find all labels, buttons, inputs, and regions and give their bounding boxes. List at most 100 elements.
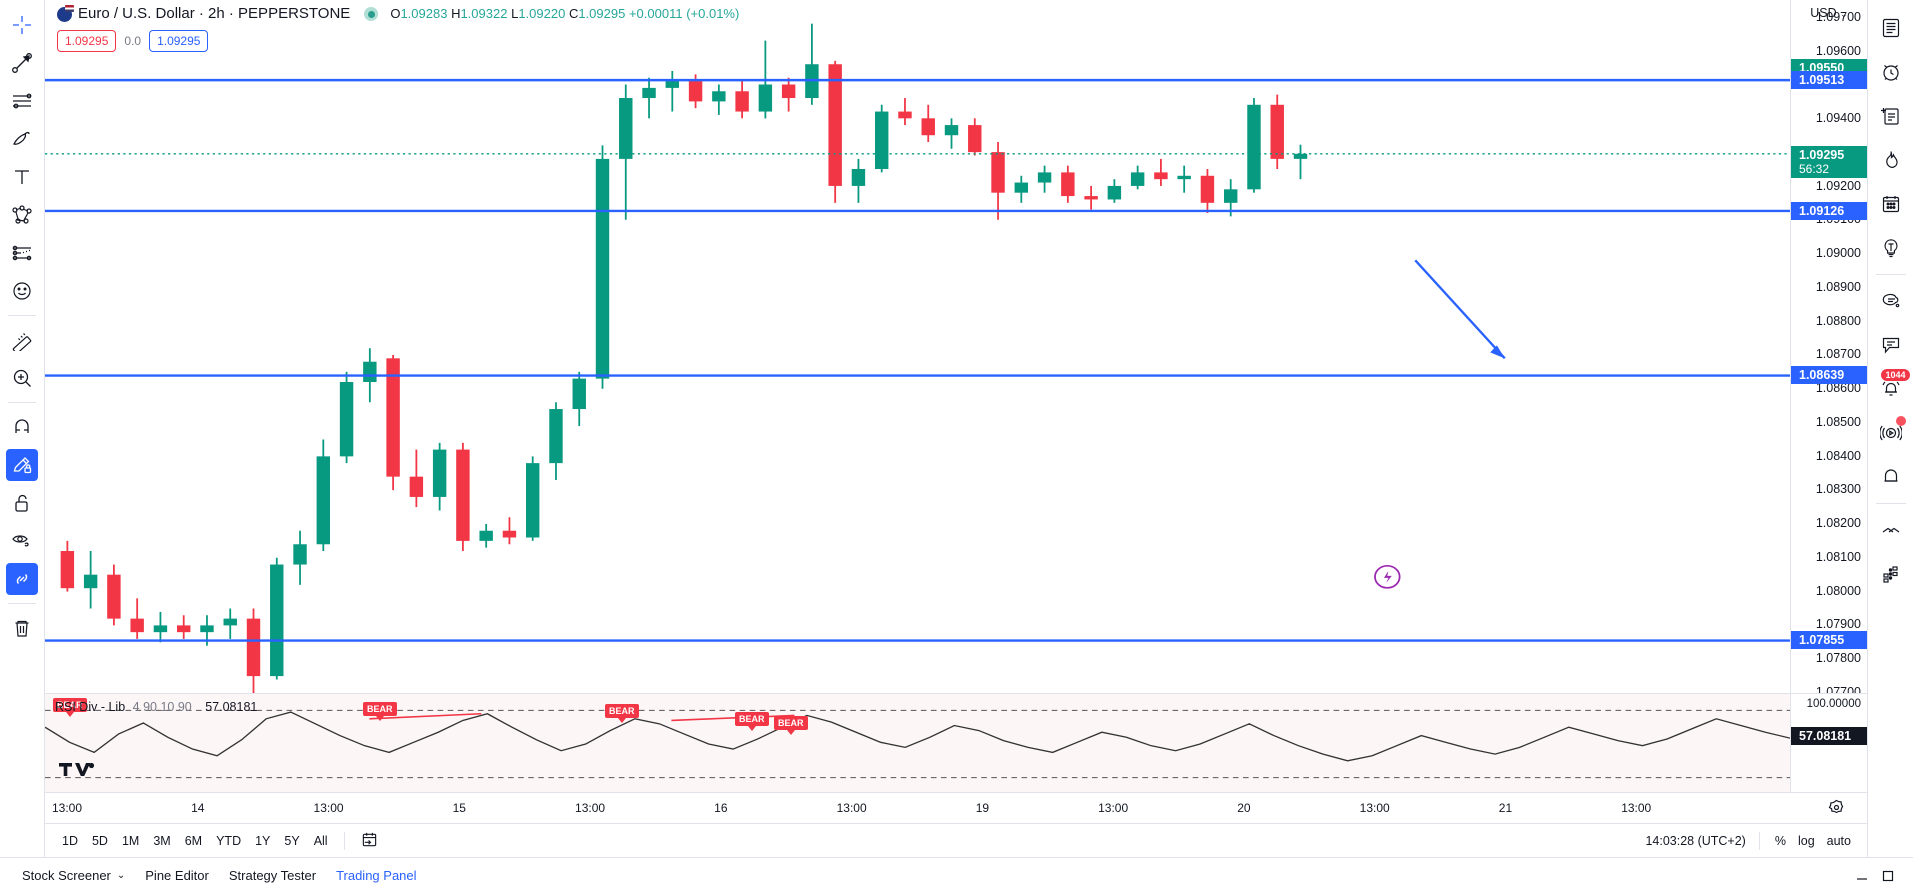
text-tool-icon[interactable]: [6, 161, 38, 193]
notifications-icon[interactable]: 1044: [1874, 369, 1910, 406]
price-tick: 1.07900: [1815, 617, 1861, 632]
chat-thought-icon[interactable]: [1874, 284, 1908, 318]
price-badge-value: 1.07855: [1799, 632, 1845, 647]
price-tick: 1.09000: [1815, 246, 1861, 261]
brush-icon[interactable]: [6, 123, 38, 155]
hide-drawings-icon[interactable]: [6, 525, 38, 557]
timeframe-6m[interactable]: 6M: [178, 831, 209, 851]
scale-options[interactable]: % log auto: [1769, 831, 1857, 851]
trend-line-icon[interactable]: [6, 47, 38, 79]
rsi-params: 4 90 10 90: [132, 700, 192, 714]
broadcast-icon[interactable]: [1874, 416, 1908, 450]
watchlist-icon[interactable]: [1874, 11, 1908, 45]
maximize-icon[interactable]: [1875, 865, 1901, 887]
bear-divergence-marker[interactable]: BEAR: [363, 702, 397, 721]
minimize-icon[interactable]: [1849, 865, 1875, 887]
alert-bell-icon[interactable]: [1874, 460, 1908, 494]
price-badge[interactable]: 1.09513: [1791, 71, 1867, 89]
footer-tabs[interactable]: Stock Screener ⌄ Pine Editor Strategy Teste…: [12, 864, 427, 887]
rsi-pane-row: RSI Div - Lib 4 90 10 90 57.08181 BEAR BE…: [45, 693, 1867, 792]
right-sidebar-toolbar[interactable]: 1044: [1867, 0, 1913, 857]
timeframe-all[interactable]: All: [307, 831, 335, 851]
rsi-value-badge[interactable]: 57.08181: [1791, 727, 1867, 745]
price-tick: 1.09700: [1815, 9, 1861, 24]
patterns-icon[interactable]: [6, 199, 38, 231]
candlestick-chart[interactable]: [45, 0, 1790, 693]
price-badge-value: 1.09126: [1799, 203, 1845, 218]
tradingview-chart-app: Euro / U.S. Dollar · 2h · PEPPERSTONE O1…: [0, 0, 1913, 893]
ideas-bulb-icon[interactable]: [1874, 231, 1908, 265]
zoom-in-icon[interactable]: [6, 362, 38, 394]
price-pane[interactable]: Euro / U.S. Dollar · 2h · PEPPERSTONE O1…: [45, 0, 1790, 693]
alerts-clock-icon[interactable]: [1874, 55, 1908, 89]
rsi-value: 57.08181: [205, 700, 258, 714]
toolbar-divider: [8, 603, 36, 604]
rsi-pane[interactable]: RSI Div - Lib 4 90 10 90 57.08181 BEAR BE…: [45, 694, 1790, 792]
price-pane-row: Euro / U.S. Dollar · 2h · PEPPERSTONE O1…: [45, 0, 1867, 699]
rsi-plot[interactable]: [45, 694, 1790, 792]
tradingview-logo[interactable]: [59, 759, 95, 786]
footer-tab-trading-panel[interactable]: Trading Panel: [326, 864, 426, 887]
footer-tab-stock-screener[interactable]: Stock Screener ⌄: [12, 864, 135, 887]
bear-divergence-marker[interactable]: BEAR: [605, 704, 639, 723]
broadcast-badge-dot: [1895, 416, 1906, 426]
timeframe-3m[interactable]: 3M: [146, 831, 177, 851]
unlock-icon[interactable]: [6, 487, 38, 519]
footer-tab-pine-editor[interactable]: Pine Editor: [135, 864, 219, 887]
time-axis[interactable]: 13:00 14 13:00 15 13:00 16 13:00 19 13:00 20 13:00…: [45, 792, 1867, 823]
hotlist-fire-icon[interactable]: [1874, 143, 1908, 177]
price-tick: 1.08200: [1815, 516, 1861, 531]
price-badge[interactable]: 1.07855: [1791, 630, 1867, 649]
emoji-icon[interactable]: [6, 275, 38, 307]
timeframe-list[interactable]: 1D 5D 1M 3M 6M YTD 1Y 5Y All: [55, 831, 335, 851]
horizontal-lines-icon[interactable]: [6, 85, 38, 117]
time-tick: 15: [452, 801, 466, 815]
footer-tab-strategy-tester[interactable]: Strategy Tester: [219, 864, 326, 887]
timeframe-ytd[interactable]: YTD: [209, 831, 248, 851]
rsi-scale[interactable]: 100.00000 57.08181: [1790, 694, 1867, 792]
price-tick: 1.08700: [1815, 347, 1861, 362]
toolbar-divider: [8, 402, 36, 403]
rsi-indicator-name[interactable]: RSI Div - Lib: [55, 700, 125, 714]
timeframe-1d[interactable]: 1D: [55, 831, 85, 851]
price-badge[interactable]: 1.09295 56:32: [1791, 145, 1867, 178]
scale-option-log[interactable]: log: [1792, 831, 1821, 851]
timeframe-bar: 1D 5D 1M 3M 6M YTD 1Y 5Y All 14:03:28 (UTC+2) % l…: [45, 823, 1867, 857]
time-tick: 14: [191, 801, 205, 815]
calendar-icon[interactable]: [1874, 187, 1908, 221]
timeframe-5y[interactable]: 5Y: [277, 831, 306, 851]
time-tick: 21: [1498, 801, 1513, 815]
measure-ruler-icon[interactable]: [6, 324, 38, 356]
time-tick: 13:00: [51, 801, 83, 815]
price-tick: 1.08900: [1815, 279, 1861, 294]
scale-option-auto[interactable]: auto: [1821, 831, 1857, 851]
drawing-lock-icon[interactable]: [6, 449, 38, 481]
price-scale[interactable]: USD ⌄ 1.097001.096001.094001.092001.0910…: [1790, 0, 1867, 699]
time-tick: 13:00: [1098, 801, 1129, 815]
price-badge[interactable]: 1.08639: [1791, 366, 1867, 385]
public-chats-icon[interactable]: [1874, 328, 1908, 362]
chevrons-icon[interactable]: [1874, 513, 1908, 547]
timeframe-5d[interactable]: 5D: [85, 831, 115, 851]
timeframe-1y[interactable]: 1Y: [248, 831, 277, 851]
chart-settings-icon[interactable]: [1828, 799, 1845, 821]
magnet-icon[interactable]: [6, 411, 38, 443]
timeframe-1m[interactable]: 1M: [115, 831, 146, 851]
notifications-badge: 1044: [1881, 369, 1910, 381]
scale-option-percent[interactable]: %: [1769, 831, 1792, 851]
time-tick: 13:00: [1621, 801, 1652, 815]
date-range-icon[interactable]: [354, 828, 385, 854]
price-badge-value: 1.09295: [1799, 147, 1845, 162]
price-badge[interactable]: 1.09126: [1791, 201, 1867, 220]
drawing-toolbar[interactable]: [0, 0, 45, 857]
remove-drawings-icon[interactable]: [6, 612, 38, 644]
bear-divergence-marker[interactable]: BEAR: [735, 712, 769, 731]
object-tree-icon[interactable]: [1874, 557, 1908, 591]
sync-drawings-icon[interactable]: [6, 563, 38, 595]
bear-divergence-marker[interactable]: BEAR: [774, 716, 808, 735]
data-window-icon[interactable]: [1874, 99, 1908, 133]
chart-clock[interactable]: 14:03:28 (UTC+2): [1645, 834, 1745, 848]
prediction-tool-icon[interactable]: [6, 237, 38, 269]
cross-cursor-icon[interactable]: [6, 9, 38, 41]
toolbar-divider: [8, 315, 36, 316]
